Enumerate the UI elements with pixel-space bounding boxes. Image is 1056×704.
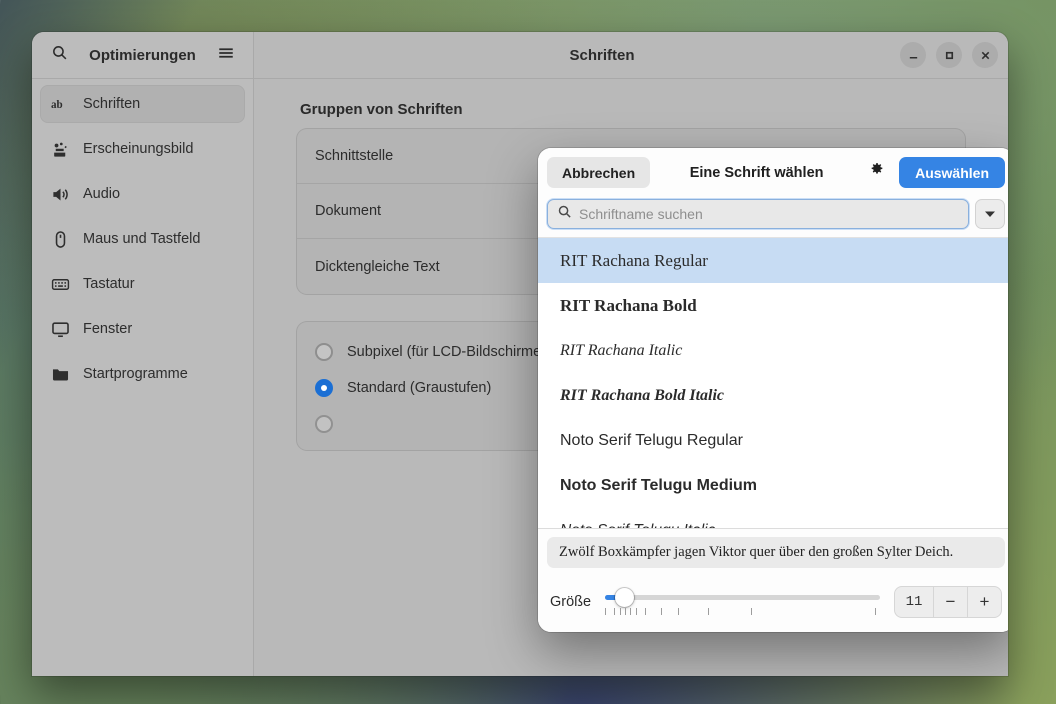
sidebar-item-label: Erscheinungsbild <box>83 141 194 157</box>
increment-button[interactable]: + <box>967 587 1001 617</box>
radio-label: Subpixel (für LCD-Bildschirme) <box>347 344 547 360</box>
select-button[interactable]: Auswählen <box>899 157 1005 188</box>
radio-indicator[interactable] <box>315 379 333 397</box>
svg-text:ab: ab <box>51 99 63 111</box>
speaker-icon <box>51 185 70 204</box>
sidebar-item-label: Maus und Tastfeld <box>83 231 201 247</box>
font-preview-text: Zwölf Boxkämpfer jagen Viktor quer über … <box>547 537 1005 568</box>
content-area: Schriften Gruppen von Schriften Schnitts… <box>254 32 1008 676</box>
font-chooser-dialog: Abbrechen Eine Schrift wählen Auswählen <box>538 148 1008 632</box>
slider-track[interactable] <box>605 595 880 600</box>
sidebar-item-erscheinungsbild[interactable]: Erscheinungsbild <box>40 130 245 168</box>
hamburger-menu-icon <box>217 44 235 67</box>
slider-thumb[interactable] <box>615 588 635 607</box>
list-item[interactable]: RIT Rachana Bold <box>538 283 1008 328</box>
search-input[interactable] <box>579 206 959 222</box>
list-item[interactable]: Noto Serif Telugu Regular <box>538 418 1008 463</box>
filter-dropdown-button[interactable] <box>975 199 1005 229</box>
sidebar-item-label: Schriften <box>83 96 141 112</box>
search-icon <box>51 44 68 66</box>
sidebar-item-startprogramme[interactable]: Startprogramme <box>40 355 245 393</box>
size-slider[interactable] <box>605 585 880 619</box>
sidebar-item-schriften[interactable]: ab Schriften <box>40 85 245 123</box>
search-row <box>538 197 1008 237</box>
section-heading-fonts: Gruppen von Schriften <box>300 101 463 118</box>
font-list[interactable]: RIT Rachana Regular RIT Rachana Bold RIT… <box>538 237 1008 529</box>
list-item[interactable]: RIT Rachana Bold Italic <box>538 373 1008 418</box>
folder-icon <box>51 365 70 384</box>
chevron-down-icon <box>984 205 996 223</box>
gear-icon <box>869 162 885 183</box>
minimize-button[interactable] <box>900 42 926 68</box>
list-item[interactable]: RIT Rachana Regular <box>538 238 1008 283</box>
ab-text-icon: ab <box>51 95 70 114</box>
sidebar-title: Optimierungen <box>89 46 196 64</box>
keyboard-icon <box>51 275 70 294</box>
gnome-tweaks-window: Optimierungen ab Schriften Erscheinungsb… <box>32 32 1008 676</box>
main-menu-button[interactable] <box>213 42 239 68</box>
radio-indicator[interactable] <box>315 415 333 433</box>
window-titlebar: Schriften <box>254 32 1008 79</box>
sidebar-item-tastatur[interactable]: Tastatur <box>40 265 245 303</box>
appearance-icon <box>51 140 70 159</box>
sidebar-item-audio[interactable]: Audio <box>40 175 245 213</box>
page-title: Schriften <box>569 46 635 64</box>
maximize-button[interactable] <box>936 42 962 68</box>
sidebar-item-label: Tastatur <box>83 276 135 292</box>
size-row: Größe 11 − + <box>538 576 1008 632</box>
gear-button[interactable] <box>863 159 890 186</box>
dialog-header: Abbrechen Eine Schrift wählen Auswählen <box>538 148 1008 197</box>
sidebar: Optimierungen ab Schriften Erscheinungsb… <box>32 32 254 676</box>
list-item[interactable]: Noto Serif Telugu Medium <box>538 463 1008 508</box>
window-monitor-icon <box>51 320 70 339</box>
search-field[interactable] <box>547 199 969 229</box>
list-item[interactable]: Noto Serif Telugu Italic <box>538 508 1008 529</box>
preview-bar: Zwölf Boxkämpfer jagen Viktor quer über … <box>538 529 1008 576</box>
radio-indicator[interactable] <box>315 343 333 361</box>
slider-ticks <box>605 608 880 616</box>
cancel-button[interactable]: Abbrechen <box>547 157 651 188</box>
dialog-title: Eine Schrift wählen <box>689 164 824 181</box>
search-icon <box>557 204 572 224</box>
sidebar-item-label: Startprogramme <box>83 366 188 382</box>
sidebar-item-list: ab Schriften Erscheinungsbild Audio Maus… <box>32 79 253 406</box>
close-button[interactable] <box>972 42 998 68</box>
quantity-stepper: 11 − + <box>894 586 1002 618</box>
sidebar-item-label: Audio <box>83 186 121 202</box>
list-item[interactable]: RIT Rachana Italic <box>538 328 1008 373</box>
search-button[interactable] <box>46 42 72 68</box>
sidebar-item-label: Fenster <box>83 321 133 337</box>
radio-label: Standard (Graustufen) <box>347 380 492 396</box>
sidebar-item-maus-und-tastfeld[interactable]: Maus und Tastfeld <box>40 220 245 258</box>
sidebar-item-fenster[interactable]: Fenster <box>40 310 245 348</box>
desktop-background: Optimierungen ab Schriften Erscheinungsb… <box>0 0 1056 704</box>
size-label: Größe <box>550 594 592 610</box>
size-value[interactable]: 11 <box>895 594 933 610</box>
mouse-icon <box>51 230 70 249</box>
sidebar-header: Optimierungen <box>32 32 253 79</box>
decrement-button[interactable]: − <box>933 587 967 617</box>
